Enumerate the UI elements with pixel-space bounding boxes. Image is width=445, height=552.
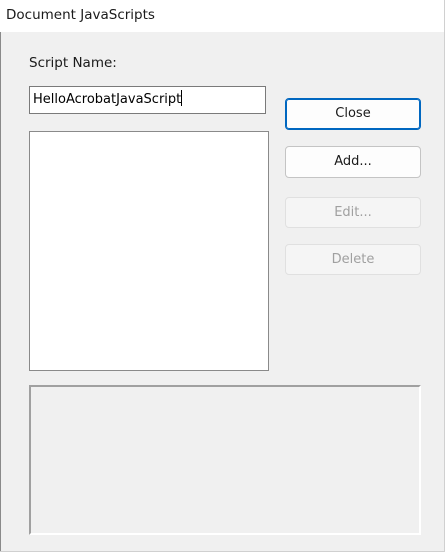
script-name-value: HelloAcrobatJavaScript (33, 92, 182, 107)
edit-button[interactable]: Edit... (285, 197, 421, 228)
script-list[interactable] (29, 131, 269, 371)
title-bar[interactable]: Document JavaScripts (0, 0, 444, 32)
window-left-edge (0, 32, 1, 551)
window-title: Document JavaScripts (6, 7, 155, 23)
add-button[interactable]: Add... (285, 146, 421, 178)
document-javascripts-dialog: Document JavaScripts Script Name: HelloA… (0, 0, 445, 552)
script-preview-box (29, 385, 421, 535)
delete-button[interactable]: Delete (285, 244, 421, 275)
script-name-input[interactable]: HelloAcrobatJavaScript (29, 86, 266, 114)
close-button[interactable]: Close (285, 98, 421, 130)
text-caret (181, 90, 183, 106)
script-name-label: Script Name: (29, 55, 117, 71)
